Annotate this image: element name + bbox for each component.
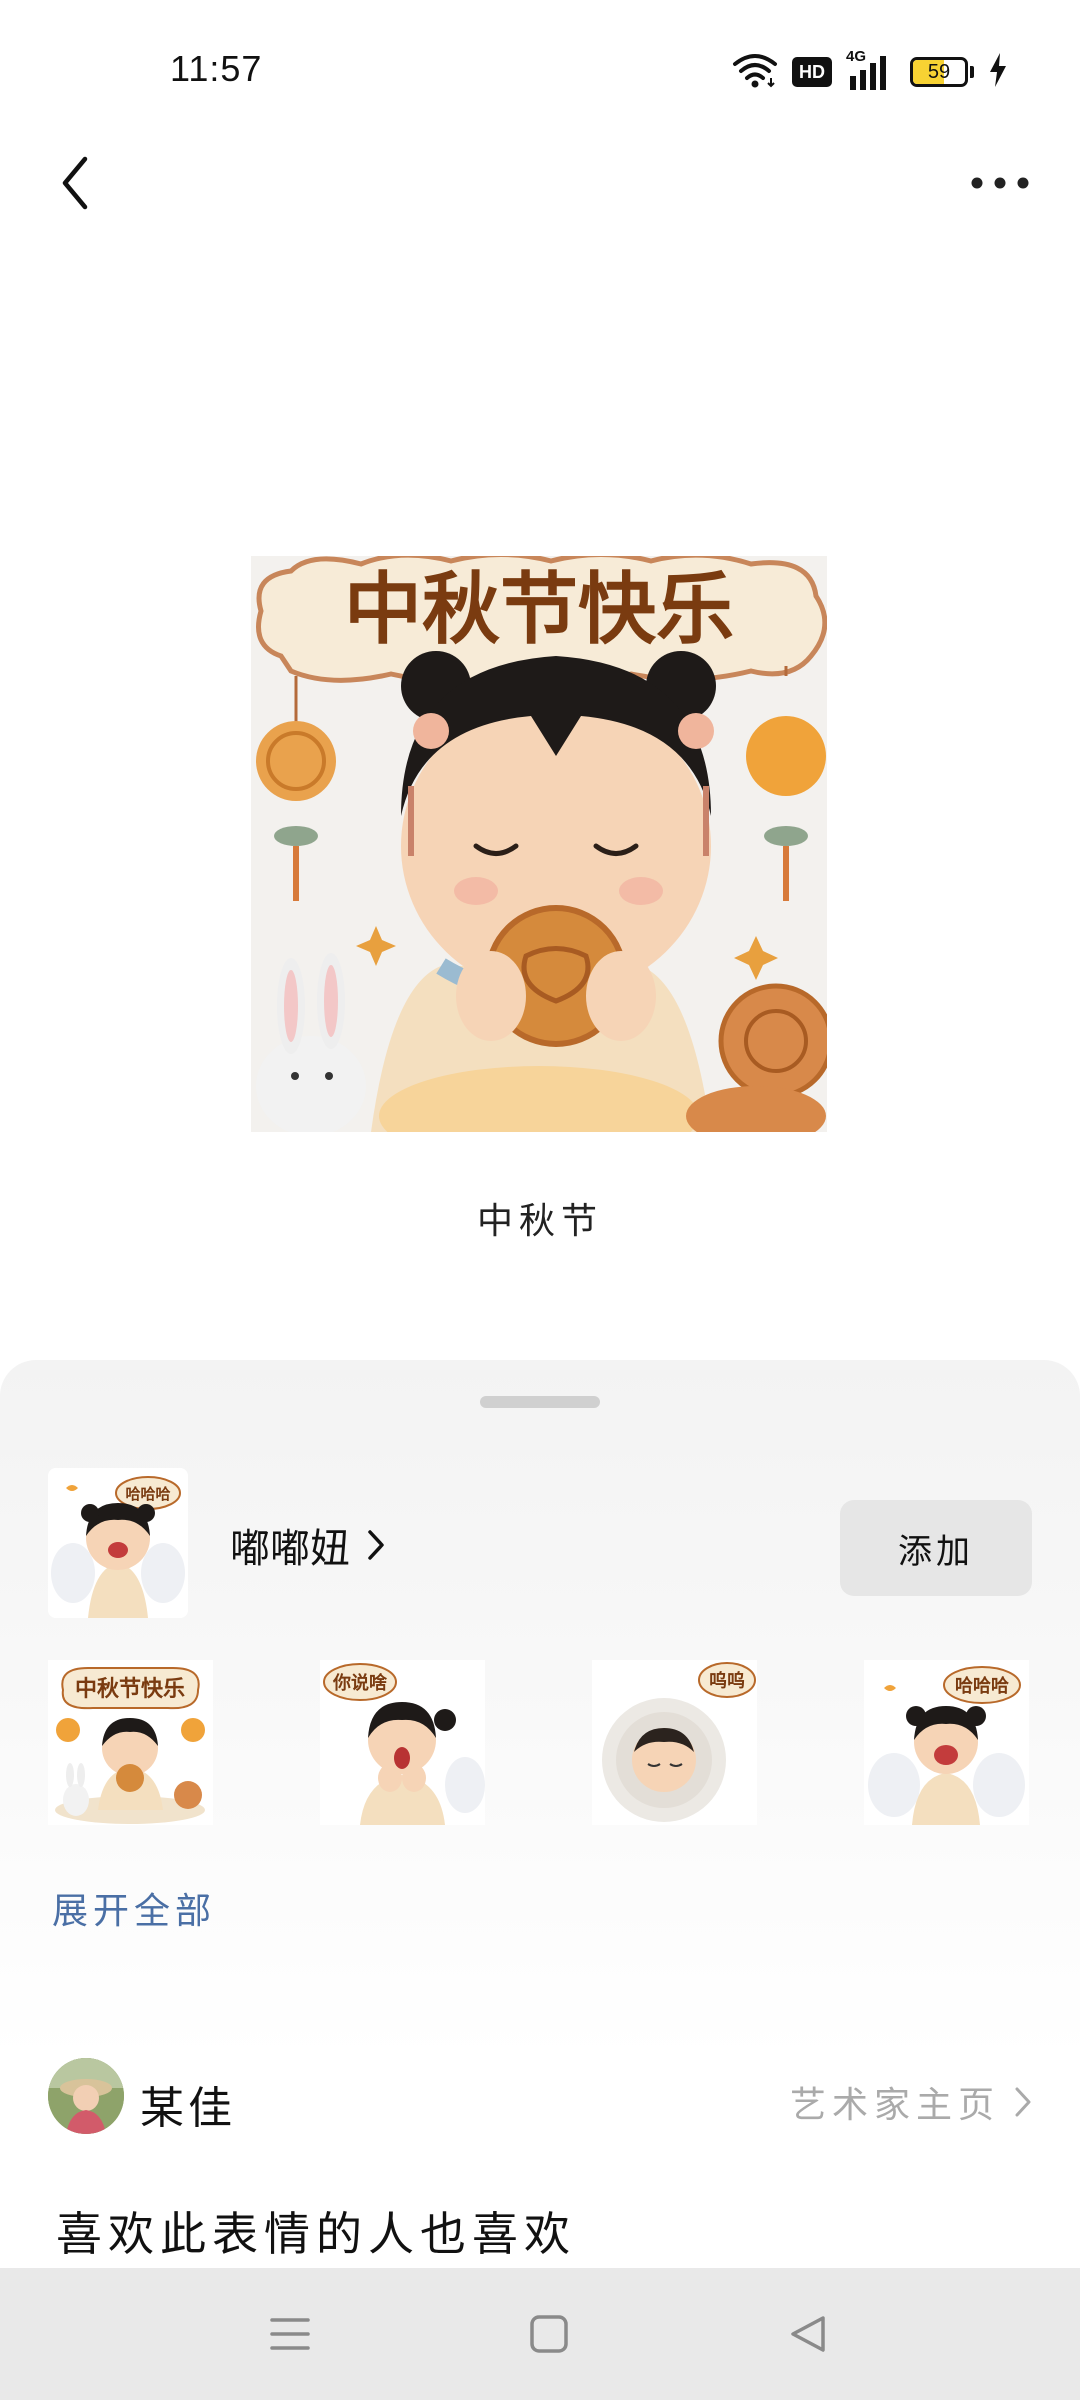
artist-homepage-link[interactable]: 艺术家主页 xyxy=(790,2076,1032,2128)
battery-level: 59 xyxy=(927,61,951,83)
square-home-icon xyxy=(530,2315,568,2353)
sticker-pack-name: 嘟嘟妞 xyxy=(230,1526,350,1572)
grid-bubble-text: 哈哈哈 xyxy=(955,1675,1009,1697)
system-back-button[interactable] xyxy=(776,2302,840,2366)
triangle-back-icon xyxy=(791,2316,825,2352)
charging-icon xyxy=(988,53,1008,91)
battery-indicator: 59 xyxy=(910,57,968,87)
artist-avatar[interactable] xyxy=(48,2058,124,2134)
battery-nub xyxy=(970,66,974,78)
chevron-right-icon xyxy=(1015,2087,1031,2117)
sticker-grid-item[interactable]: 你说啥 xyxy=(320,1660,485,1825)
chevron-left-icon xyxy=(62,156,88,210)
status-time: 11:57 xyxy=(170,48,263,89)
signal-icon: 4G xyxy=(846,48,896,92)
status-bar: 11:57 HD 4G 59 xyxy=(0,0,1080,140)
sticker-grid-item[interactable]: 哈哈哈 xyxy=(864,1660,1029,1825)
sticker-pack-row: 哈哈哈 嘟嘟妞 添加 xyxy=(48,1468,1032,1618)
artist-name: 某佳 xyxy=(140,2083,236,2134)
artist-homepage-label: 艺术家主页 xyxy=(789,2085,1000,2126)
also-like-heading: 喜欢此表情的人也喜欢 xyxy=(56,2207,576,2261)
sticker-banner-text: 中秋节快乐 xyxy=(344,565,734,655)
sticker-pack-thumbnail[interactable]: 哈哈哈 xyxy=(48,1468,188,1618)
sticker-pack-link[interactable]: 嘟嘟妞 xyxy=(230,1516,386,1574)
artist-row: 某佳 艺术家主页 xyxy=(48,2058,1032,2138)
more-options-button[interactable] xyxy=(960,148,1040,218)
add-sticker-pack-button[interactable]: 添加 xyxy=(840,1500,1032,1596)
sticker-grid-item[interactable]: 呜呜 xyxy=(592,1660,757,1825)
more-horizontal-icon xyxy=(971,177,1029,189)
status-icons: HD 4G 59 xyxy=(732,48,1008,92)
grid-bubble-text: 中秋节快乐 xyxy=(75,1677,185,1702)
menu-icon xyxy=(270,2318,310,2350)
sticker-title: 中秋节 xyxy=(476,1201,603,1242)
grid-bubble-text: 你说啥 xyxy=(332,1672,387,1694)
thumb-bubble-text: 哈哈哈 xyxy=(125,1485,170,1503)
system-nav-bar xyxy=(0,2268,1080,2400)
back-button[interactable] xyxy=(40,148,110,218)
hd-badge: HD xyxy=(792,57,832,87)
bottom-sheet: 哈哈哈 嘟嘟妞 添加 中秋节快乐 你说啥 呜呜 哈哈哈 展开全部 某佳 艺术家主… xyxy=(0,1360,1080,2400)
wifi-icon xyxy=(732,52,778,92)
recent-apps-button[interactable] xyxy=(258,2302,322,2366)
sticker-grid-item[interactable]: 中秋节快乐 xyxy=(48,1660,213,1825)
home-button[interactable] xyxy=(517,2302,581,2366)
expand-all-link[interactable]: 展开全部 xyxy=(52,1882,216,1934)
sticker-grid: 中秋节快乐 你说啥 呜呜 哈哈哈 xyxy=(48,1660,1032,1825)
chevron-right-icon xyxy=(368,1530,384,1560)
drag-handle[interactable] xyxy=(480,1396,600,1408)
grid-bubble-text: 呜呜 xyxy=(709,1670,745,1692)
sticker-preview-image: 中秋节快乐 xyxy=(251,556,827,1132)
